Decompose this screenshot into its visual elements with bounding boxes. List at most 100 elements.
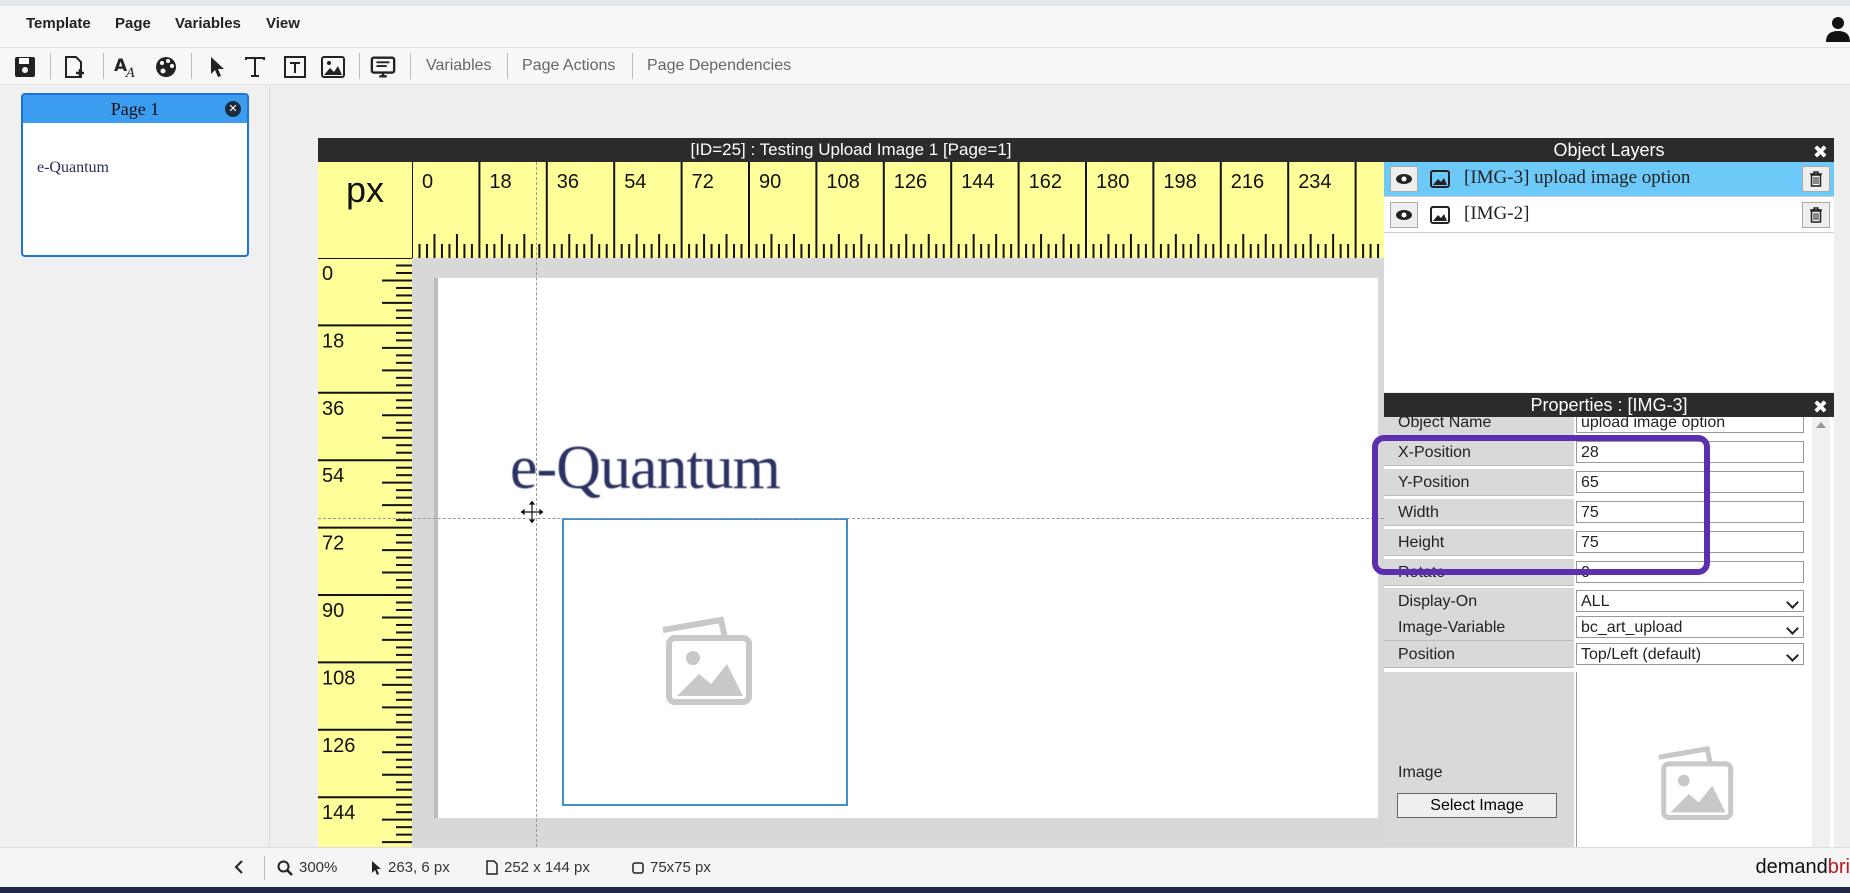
canvas-area[interactable]: e-Quantum xyxy=(412,258,1384,847)
textbox-icon[interactable] xyxy=(282,54,308,80)
image-placeholder-icon xyxy=(1658,745,1734,820)
layer-item-img2[interactable]: [IMG-2] xyxy=(1384,198,1834,233)
h-tick-label: 36 xyxy=(557,171,579,193)
svg-text:A: A xyxy=(125,66,135,79)
collapse-icon[interactable] xyxy=(232,859,246,875)
taskbar-strip xyxy=(0,887,1850,893)
menu-page[interactable]: Page xyxy=(115,15,151,32)
v-tick-label: 54 xyxy=(322,465,344,487)
trash-icon[interactable] xyxy=(1802,166,1830,192)
height-field[interactable]: 75 xyxy=(1576,531,1804,553)
height-label: Height xyxy=(1384,529,1574,556)
preview-icon[interactable] xyxy=(370,54,396,80)
prop-row-object-name: Object Name upload image option xyxy=(1384,417,1814,437)
prop-row-y: Y-Position 65 xyxy=(1384,469,1814,497)
object-layers-title: Object Layers xyxy=(1553,140,1665,160)
properties-panel: Object Name upload image option X-Positi… xyxy=(1384,417,1834,847)
add-page-icon[interactable] xyxy=(62,54,88,80)
close-icon[interactable]: ✕ xyxy=(225,101,241,117)
v-tick-label: 0 xyxy=(322,263,333,285)
h-tick-label: 144 xyxy=(961,171,994,193)
zoom-status[interactable]: 300% xyxy=(277,859,337,876)
object-layers-header: Object Layers ✖ xyxy=(1384,138,1834,163)
position-select[interactable]: Top/Left (default) xyxy=(1576,643,1804,665)
trash-icon[interactable] xyxy=(1802,202,1830,228)
selected-image-placeholder[interactable] xyxy=(562,518,848,806)
image-variable-label: Image-Variable xyxy=(1384,614,1574,641)
h-tick-label: 108 xyxy=(826,171,859,193)
v-tick-label: 18 xyxy=(322,330,344,352)
prop-row-image-variable: Image-Variable bc_art_upload xyxy=(1384,614,1814,642)
eye-icon[interactable] xyxy=(1390,202,1418,228)
unit-label: px xyxy=(318,162,412,258)
menu-view[interactable]: View xyxy=(266,15,300,32)
select-image-button[interactable]: Select Image xyxy=(1397,793,1557,818)
scroll-up-icon[interactable] xyxy=(1812,417,1830,433)
brand-text-a: demand xyxy=(1755,856,1828,878)
display-on-select[interactable]: ALL xyxy=(1576,590,1804,612)
prop-row-position: Position Top/Left (default) xyxy=(1384,641,1814,669)
prop-row-image: Image Select Image xyxy=(1384,672,1814,847)
pages-sidebar: Page 1 ✕ e-Quantum xyxy=(0,85,270,847)
v-tick-label: 126 xyxy=(322,735,355,757)
font-icon[interactable]: AA xyxy=(113,54,139,80)
text-icon[interactable] xyxy=(242,54,268,80)
page-thumbnail-title: Page 1 xyxy=(110,99,160,119)
page-canvas[interactable]: e-Quantum xyxy=(434,278,1378,818)
width-field[interactable]: 75 xyxy=(1576,501,1804,523)
x-position-label: X-Position xyxy=(1384,439,1574,466)
v-tick-label: 36 xyxy=(322,398,344,420)
menu-variables[interactable]: Variables xyxy=(175,15,241,32)
editor-title: [ID=25] : Testing Upload Image 1 [Page=1… xyxy=(318,138,1384,162)
user-icon[interactable] xyxy=(1820,14,1850,44)
thumbnail-logo: e-Quantum xyxy=(37,159,109,176)
layer-label: [IMG-2] xyxy=(1464,203,1530,224)
h-tick-label: 0 xyxy=(422,171,433,193)
y-position-field[interactable]: 65 xyxy=(1576,471,1804,493)
v-tick-label: 72 xyxy=(322,533,344,555)
prop-row-display: Display-On ALL xyxy=(1384,588,1814,616)
variables-link[interactable]: Variables xyxy=(426,57,492,75)
eye-icon[interactable] xyxy=(1390,166,1418,192)
status-separator xyxy=(264,856,265,880)
page-dependencies-link[interactable]: Page Dependencies xyxy=(647,57,791,75)
image-icon[interactable] xyxy=(320,54,346,80)
menu-bar: Template Page Variables View xyxy=(0,0,1850,48)
logo-image[interactable]: e-Quantum xyxy=(510,433,781,504)
save-icon[interactable] xyxy=(12,54,38,80)
h-tick-label: 90 xyxy=(759,171,781,193)
h-tick-label: 216 xyxy=(1231,171,1264,193)
object-layers-panel: [IMG-3] upload image option [IMG-2] xyxy=(1384,162,1834,392)
image-icon xyxy=(1430,206,1450,230)
brand-text-b: bri xyxy=(1827,856,1850,878)
box-icon xyxy=(632,861,644,874)
h-tick-label: 198 xyxy=(1163,171,1196,193)
object-name-field[interactable]: upload image option xyxy=(1576,417,1804,433)
rotate-field[interactable]: 0 xyxy=(1576,561,1804,583)
prop-row-width: Width 75 xyxy=(1384,499,1814,527)
v-tick-label: 108 xyxy=(322,667,355,689)
palette-icon[interactable] xyxy=(153,54,179,80)
properties-scrollbar[interactable] xyxy=(1812,417,1830,847)
image-icon xyxy=(1430,170,1450,194)
horizontal-ruler: 0 18 36 54 72 90 108 126 144 162 180 198 216 234 xyxy=(318,162,1384,258)
page-size-value: 252 x 144 px xyxy=(504,859,590,876)
v-tick-label: 90 xyxy=(322,600,344,622)
x-position-field[interactable]: 28 xyxy=(1576,441,1804,463)
prop-row-rotate: Rotate 0 xyxy=(1384,559,1814,587)
h-tick-label: 180 xyxy=(1096,171,1129,193)
y-position-label: Y-Position xyxy=(1384,469,1574,496)
rotate-label: Rotate xyxy=(1384,559,1574,586)
page-icon xyxy=(486,860,498,875)
page-actions-link[interactable]: Page Actions xyxy=(522,57,615,75)
pointer-icon[interactable] xyxy=(204,54,230,80)
h-tick-label: 126 xyxy=(894,171,927,193)
menu-template[interactable]: Template xyxy=(26,15,91,32)
image-variable-select[interactable]: bc_art_upload xyxy=(1576,616,1804,638)
zoom-icon xyxy=(277,860,293,876)
layer-item-img3[interactable]: [IMG-3] upload image option xyxy=(1384,162,1834,197)
h-tick-label: 72 xyxy=(692,171,714,193)
page-thumbnail[interactable]: Page 1 ✕ e-Quantum xyxy=(21,93,249,257)
h-tick-label: 162 xyxy=(1029,171,1062,193)
page-thumbnail-header: Page 1 ✕ xyxy=(23,95,247,123)
